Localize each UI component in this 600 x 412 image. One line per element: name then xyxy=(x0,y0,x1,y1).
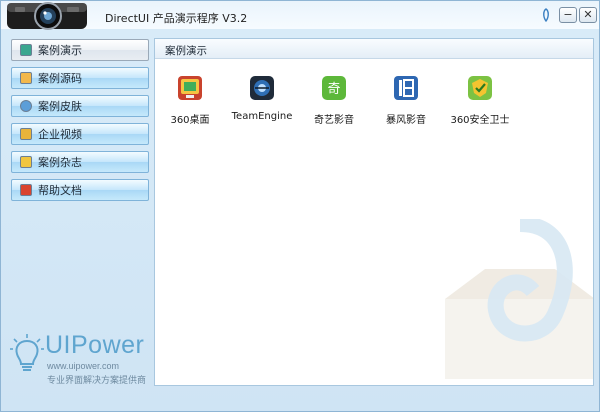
close-button[interactable]: ✕ xyxy=(579,7,597,23)
sidebar-item-case-demo[interactable]: 案例演示 xyxy=(11,39,149,61)
app-tile-teamengine[interactable]: TeamEngine xyxy=(227,75,297,125)
title-bar[interactable]: DirectUI 产品演示程序 V3.2 − ✕ xyxy=(1,1,599,31)
watermark-graphic xyxy=(445,219,593,379)
code-icon xyxy=(20,72,32,84)
content-header: 案例演示 xyxy=(155,39,593,59)
sidebar-item-label: 案例源码 xyxy=(38,72,82,85)
help-icon xyxy=(20,184,32,196)
sidebar-item-label: 企业视频 xyxy=(38,128,82,141)
brand-logo: UIPower www.uipower.com 专业界面解决方案提供商 xyxy=(9,327,154,387)
sidebar-item-case-skin[interactable]: 案例皮肤 xyxy=(11,95,149,117)
security-360-icon xyxy=(468,76,492,100)
team-engine-icon xyxy=(250,76,274,100)
sidebar-item-label: 案例演示 xyxy=(38,44,82,57)
content-panel: 案例演示 360桌面 TeamEngine 奇 奇艺影音 暴风影音 360安全卫… xyxy=(154,38,594,386)
brand-tagline: 专业界面解决方案提供商 xyxy=(47,376,147,386)
baofeng-icon xyxy=(394,76,418,100)
svg-text:奇: 奇 xyxy=(327,81,340,97)
qiyi-icon: 奇 xyxy=(322,76,346,100)
app-tile-label: TeamEngine xyxy=(231,111,293,122)
video-icon xyxy=(20,128,32,140)
app-tile-label: 奇艺影音 xyxy=(314,115,354,126)
app-window: DirectUI 产品演示程序 V3.2 − ✕ 案例演示 案例源码 案例皮肤 … xyxy=(0,0,600,412)
sidebar-item-company-video[interactable]: 企业视频 xyxy=(11,123,149,145)
sidebar-item-case-magazine[interactable]: 案例杂志 xyxy=(11,151,149,173)
sidebar-item-label: 案例杂志 xyxy=(38,156,82,169)
minimize-button[interactable]: − xyxy=(559,7,577,23)
sidebar-item-help-docs[interactable]: 帮助文档 xyxy=(11,179,149,201)
window-title: DirectUI 产品演示程序 V3.2 xyxy=(105,12,248,25)
app-tile-label: 360桌面 xyxy=(170,115,210,126)
monitor-icon xyxy=(20,44,32,56)
desktop-360-icon xyxy=(178,76,202,100)
app-tile-360-security[interactable]: 360安全卫士 xyxy=(445,75,515,126)
app-tile-label: 暴风影音 xyxy=(386,115,426,126)
sidebar-item-label: 帮助文档 xyxy=(38,184,82,197)
camera-logo-icon xyxy=(7,2,87,30)
content-title: 案例演示 xyxy=(165,45,207,57)
brand-name: UIPower xyxy=(45,331,145,359)
app-tile-label: 360安全卫士 xyxy=(450,115,510,126)
pin-icon[interactable] xyxy=(541,8,551,22)
lightbulb-icon xyxy=(10,334,44,371)
sidebar-item-label: 案例皮肤 xyxy=(38,100,82,113)
app-tile-baofeng[interactable]: 暴风影音 xyxy=(371,75,441,126)
sidebar-item-case-source[interactable]: 案例源码 xyxy=(11,67,149,89)
app-tile-qiyi[interactable]: 奇 奇艺影音 xyxy=(299,75,369,126)
skin-icon xyxy=(20,100,32,112)
app-tile-360-desktop[interactable]: 360桌面 xyxy=(155,75,225,126)
magazine-icon xyxy=(20,156,32,168)
brand-url: www.uipower.com xyxy=(47,361,120,371)
